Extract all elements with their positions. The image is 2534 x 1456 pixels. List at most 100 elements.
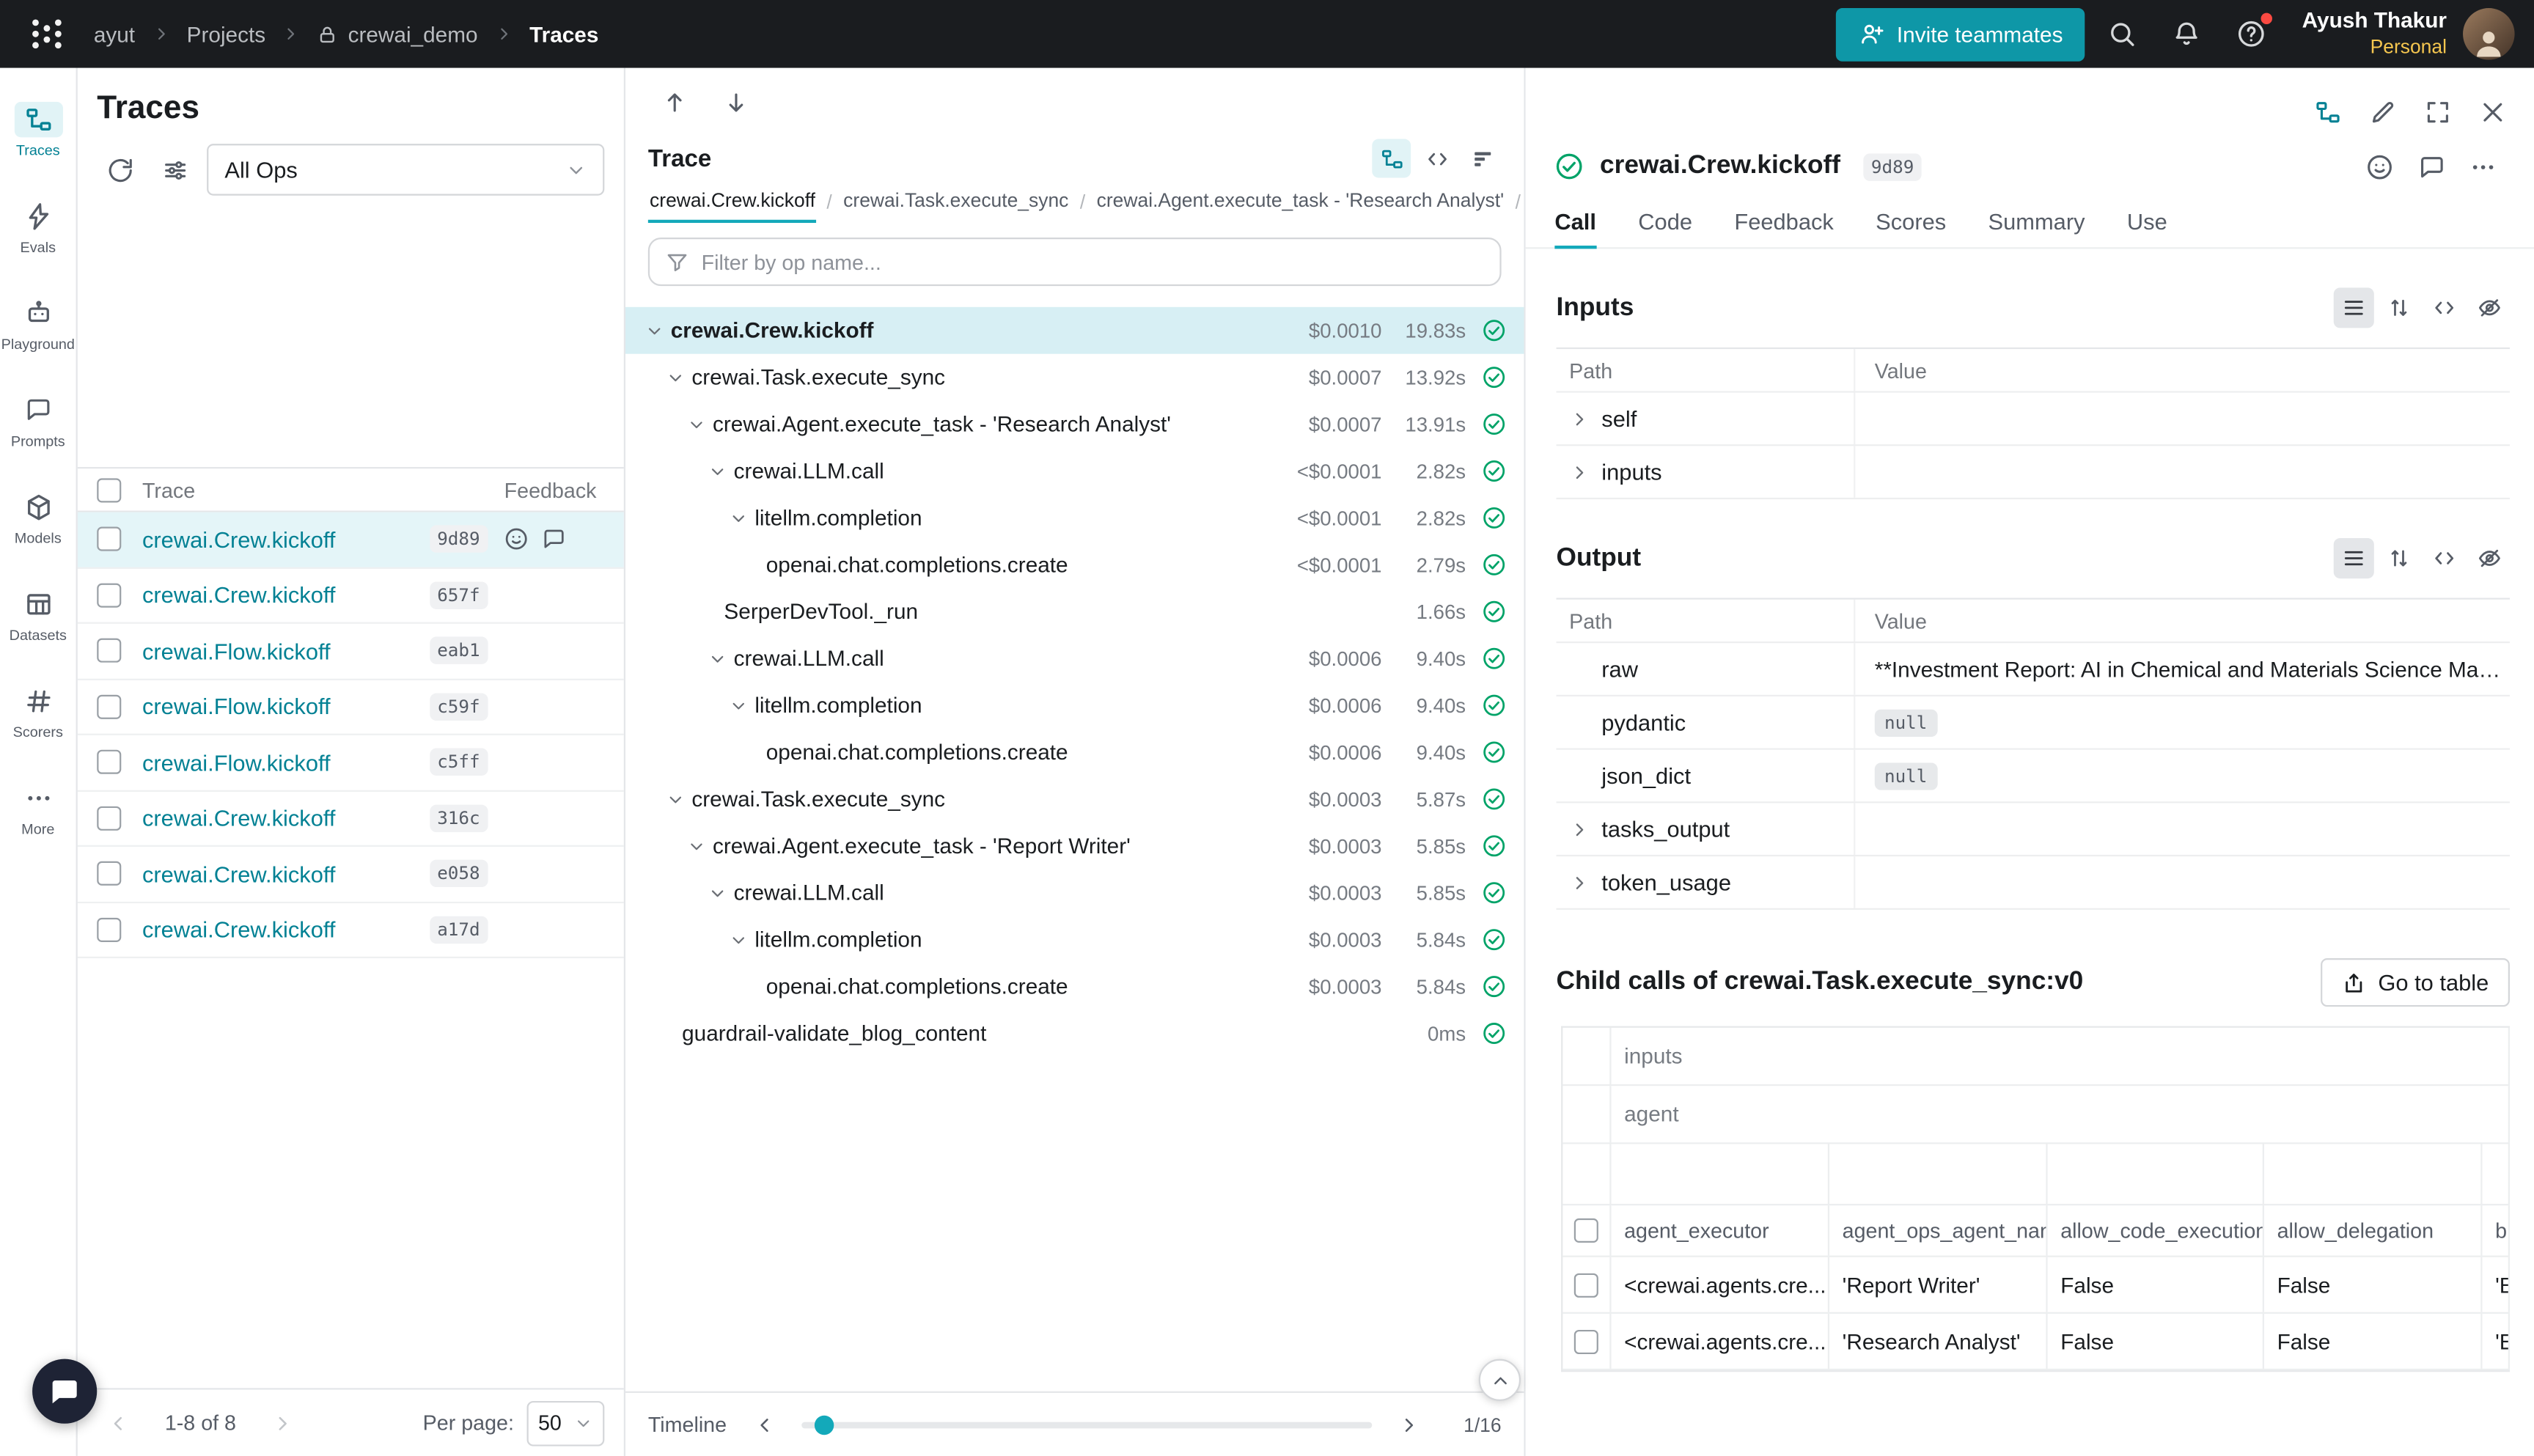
trace-tree-row[interactable]: openai.chat.completions.create $0.0003 5…	[625, 963, 1524, 1010]
child-call-row[interactable]: <crewai.agents.cre... 'Report Writer' Fa…	[1562, 1257, 2510, 1314]
column-header-trace[interactable]: Trace	[142, 477, 504, 501]
trace-list-row[interactable]: crewai.Crew.kickoff 657f	[78, 568, 624, 624]
breadcrumb-traces[interactable]: Traces	[529, 22, 598, 46]
trace-tree-row[interactable]: crewai.LLM.call $0.0006 9.40s	[625, 635, 1524, 682]
child-column-header[interactable]: allow_code_execution	[2048, 1205, 2264, 1255]
chevron-right-icon[interactable]	[1569, 408, 1592, 430]
trace-tree-row[interactable]: litellm.completion $0.0003 5.84s	[625, 916, 1524, 963]
trace-tree-row[interactable]: crewai.Crew.kickoff $0.0010 19.83s	[625, 307, 1524, 354]
chevron-down-icon[interactable]	[666, 367, 688, 386]
refresh-button[interactable]	[97, 147, 142, 193]
child-column-header[interactable]: b	[2482, 1205, 2509, 1255]
chevron-down-icon[interactable]	[708, 883, 730, 902]
trace-op-link[interactable]: crewai.Flow.kickoff	[142, 694, 429, 719]
notifications-bell-icon[interactable]	[2160, 7, 2215, 62]
help-icon[interactable]	[2225, 7, 2280, 62]
expand-values-toggle[interactable]	[2379, 538, 2419, 578]
expand-values-toggle[interactable]	[2379, 287, 2419, 328]
row-checkbox[interactable]	[1574, 1273, 1598, 1297]
child-call-row[interactable]: <crewai.agents.cre... 'Research Analyst'…	[1562, 1314, 2510, 1370]
trace-list-row[interactable]: crewai.Flow.kickoff eab1	[78, 624, 624, 680]
add-comment-button[interactable]	[2408, 144, 2453, 189]
trace-op-link[interactable]: crewai.Crew.kickoff	[142, 582, 429, 608]
sidebar-item-datasets[interactable]: Datasets	[0, 565, 77, 662]
prev-page-button[interactable]	[97, 1402, 139, 1444]
row-checkbox[interactable]	[97, 917, 121, 941]
user-menu[interactable]: Ayush Thakur Personal	[2302, 8, 2447, 59]
row-checkbox[interactable]	[97, 583, 121, 607]
chevron-right-icon[interactable]	[1569, 872, 1592, 893]
row-checkbox[interactable]	[97, 806, 121, 830]
sidebar-item-models[interactable]: Models	[0, 468, 77, 565]
breadcrumb-entity[interactable]: ayut	[94, 22, 135, 46]
breadcrumb-projects[interactable]: Projects	[187, 22, 266, 46]
sidebar-item-traces[interactable]: Traces	[0, 81, 77, 177]
trace-tree-row[interactable]: crewai.Agent.execute_task - 'Report Writ…	[625, 823, 1524, 869]
fullscreen-button[interactable]	[2414, 89, 2460, 134]
path-crumb[interactable]: crewai.Task.execute_sync	[842, 181, 1070, 223]
row-checkbox[interactable]	[97, 861, 121, 886]
comment-bubble-icon[interactable]	[541, 527, 565, 551]
timeline-next-button[interactable]	[1388, 1403, 1430, 1445]
row-checkbox[interactable]	[97, 639, 121, 663]
path-crumb[interactable]: crewai.Agent.execute_task - 'Research An…	[1095, 181, 1505, 223]
tab-code[interactable]: Code	[1638, 194, 1692, 247]
add-reaction-button[interactable]	[2357, 144, 2402, 189]
output-row-pydantic[interactable]: pydantic null	[1557, 696, 2510, 750]
select-all-checkbox[interactable]	[97, 477, 121, 501]
input-row-self[interactable]: self	[1557, 393, 2510, 446]
chevron-down-icon[interactable]	[729, 696, 752, 715]
sidebar-item-evals[interactable]: Evals	[0, 177, 77, 274]
row-checkbox[interactable]	[97, 694, 121, 718]
tab-feedback[interactable]: Feedback	[1734, 194, 1834, 247]
chevron-down-icon[interactable]	[644, 321, 667, 340]
chevron-down-icon[interactable]	[666, 790, 688, 809]
chevron-down-icon[interactable]	[729, 930, 752, 949]
output-row-raw[interactable]: raw **Investment Report: AI in Chemical …	[1557, 643, 2510, 696]
tab-scores[interactable]: Scores	[1876, 194, 1946, 247]
trace-tree-row[interactable]: openai.chat.completions.create $0.0006 9…	[625, 729, 1524, 776]
per-page-select[interactable]: 50	[527, 1400, 605, 1446]
op-filter-input[interactable]	[702, 250, 1484, 274]
overflow-menu-button[interactable]	[2460, 144, 2505, 189]
row-checkbox[interactable]	[97, 527, 121, 551]
select-all-child-checkbox[interactable]	[1574, 1218, 1598, 1243]
trace-tree-row[interactable]: litellm.completion $0.0006 9.40s	[625, 682, 1524, 729]
trace-tree-row[interactable]: crewai.Task.execute_sync $0.0007 13.92s	[625, 354, 1524, 401]
timeline-slider[interactable]	[801, 1422, 1372, 1428]
tree-view-toggle[interactable]	[1372, 139, 1411, 178]
sidebar-item-playground[interactable]: Playground	[0, 275, 77, 372]
child-column-header[interactable]: agent_ops_agent_nan	[1829, 1205, 2048, 1255]
trace-tree-row[interactable]: litellm.completion <$0.0001 2.82s	[625, 494, 1524, 541]
trace-list-row[interactable]: crewai.Flow.kickoff c5ff	[78, 735, 624, 791]
timeline-prev-button[interactable]	[743, 1403, 785, 1445]
trace-op-link[interactable]: crewai.Flow.kickoff	[142, 638, 429, 663]
sidebar-item-more[interactable]: More	[0, 760, 77, 856]
edit-button[interactable]	[2359, 89, 2405, 134]
chevron-right-icon[interactable]	[1569, 461, 1592, 482]
invite-teammates-button[interactable]: Invite teammates	[1835, 7, 2085, 61]
wandb-logo[interactable]	[19, 7, 74, 62]
trace-tree-row[interactable]: openai.chat.completions.create <$0.0001 …	[625, 541, 1524, 588]
child-column-header[interactable]: allow_delegation	[2264, 1205, 2483, 1255]
chevron-down-icon[interactable]	[729, 508, 752, 527]
trace-tree-row[interactable]: crewai.Agent.execute_task - 'Research An…	[625, 401, 1524, 448]
sidebar-item-prompts[interactable]: Prompts	[0, 372, 77, 468]
code-view-toggle[interactable]	[1417, 139, 1456, 178]
column-header-feedback[interactable]: Feedback	[504, 477, 605, 501]
tab-call[interactable]: Call	[1554, 194, 1596, 247]
output-row-json-dict[interactable]: json_dict null	[1557, 750, 2510, 804]
trace-list-row[interactable]: crewai.Crew.kickoff a17d	[78, 902, 624, 958]
output-row-token-usage[interactable]: token_usage	[1557, 856, 2510, 910]
chevron-down-icon[interactable]	[708, 461, 730, 480]
pretty-view-toggle[interactable]	[2334, 287, 2374, 328]
search-icon[interactable]	[2096, 7, 2151, 62]
row-checkbox[interactable]	[97, 750, 121, 774]
pretty-view-toggle[interactable]	[2334, 538, 2374, 578]
sidebar-item-scorers[interactable]: Scorers	[0, 663, 77, 760]
code-view-toggle[interactable]	[2424, 538, 2464, 578]
trace-list-row[interactable]: crewai.Crew.kickoff 316c	[78, 791, 624, 847]
timeline-slider-handle[interactable]	[814, 1415, 833, 1434]
row-checkbox[interactable]	[1574, 1329, 1598, 1353]
chevron-down-icon[interactable]	[687, 837, 710, 856]
